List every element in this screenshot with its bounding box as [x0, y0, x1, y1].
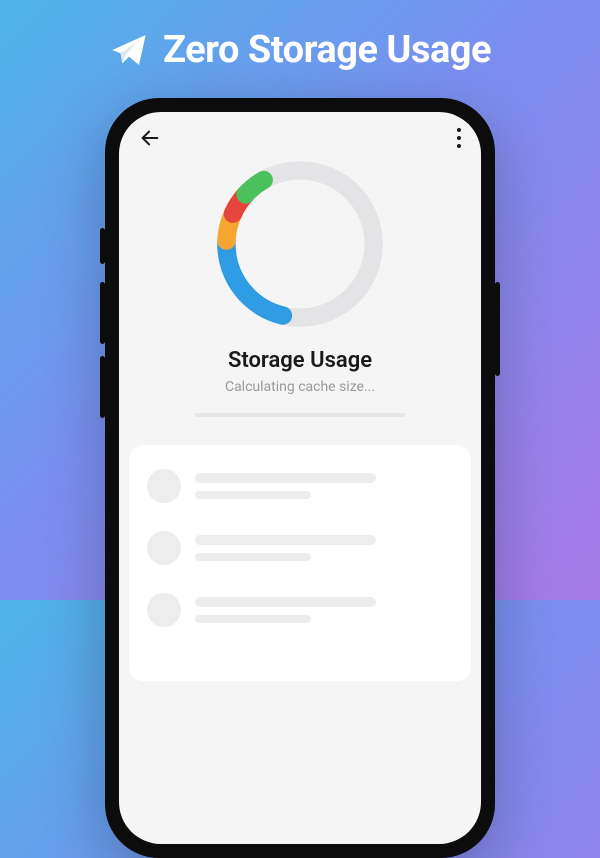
text-placeholder: [195, 597, 376, 607]
phone-side-button: [100, 228, 105, 264]
phone-volume-down: [100, 356, 105, 418]
cache-list-skeleton: [129, 445, 471, 681]
back-arrow-icon[interactable]: [139, 127, 161, 149]
phone-volume-up: [100, 282, 105, 344]
page-title: Storage Usage: [119, 348, 481, 373]
phone-power-button: [495, 282, 500, 376]
text-placeholder: [195, 473, 376, 483]
telegram-plane-icon: [109, 30, 149, 70]
promo-banner: Zero Storage Usage: [0, 28, 600, 72]
text-placeholder: [195, 615, 311, 623]
text-placeholder: [195, 535, 376, 545]
phone-screen: Storage Usage Calculating cache size...: [119, 112, 481, 844]
text-placeholder: [195, 491, 311, 499]
progress-indicator: [195, 413, 405, 417]
avatar-placeholder: [147, 593, 181, 627]
storage-donut-chart: [119, 152, 481, 336]
list-item: [129, 455, 471, 517]
status-text: Calculating cache size...: [119, 379, 481, 395]
list-item: [129, 579, 471, 641]
avatar-placeholder: [147, 469, 181, 503]
text-placeholder: [195, 553, 311, 561]
app-bar: [119, 112, 481, 164]
phone-mockup: Storage Usage Calculating cache size...: [105, 98, 495, 858]
kebab-menu-icon[interactable]: [457, 128, 461, 148]
avatar-placeholder: [147, 531, 181, 565]
list-item: [129, 517, 471, 579]
banner-title: Zero Storage Usage: [163, 28, 491, 72]
